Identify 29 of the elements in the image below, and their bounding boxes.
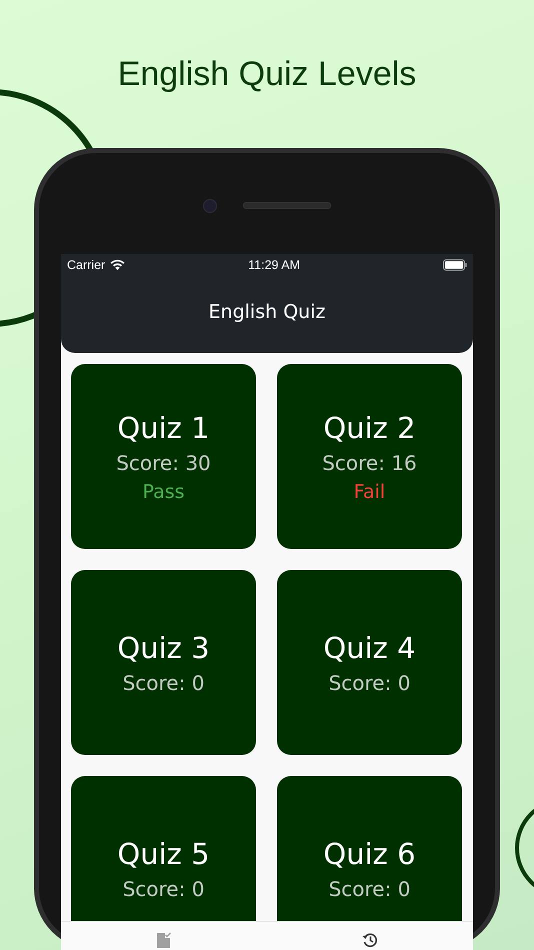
quiz-title: Quiz 4: [323, 630, 416, 664]
quiz-score: Score: 30: [116, 450, 211, 474]
quiz-result: Pass: [142, 480, 185, 502]
quiz-card[interactable]: Quiz 6 Score: 0: [277, 776, 462, 921]
quiz-score: Score: 0: [328, 670, 410, 694]
quiz-score: Score: 16: [322, 450, 417, 474]
document-check-icon[interactable]: [156, 932, 172, 948]
wifi-icon: [110, 259, 126, 271]
quiz-card[interactable]: Quiz 5 Score: 0: [71, 776, 256, 921]
quiz-score: Score: 0: [122, 876, 204, 900]
quiz-score: Score: 0: [122, 670, 204, 694]
quiz-card[interactable]: Quiz 2 Score: 16 Fail: [277, 364, 462, 549]
quiz-card[interactable]: Quiz 4 Score: 0: [277, 570, 462, 755]
app-title: English Quiz: [208, 301, 326, 323]
quiz-card[interactable]: Quiz 1 Score: 30 Pass: [71, 364, 256, 549]
quiz-result: Fail: [354, 480, 386, 502]
status-time: 11:29 AM: [248, 258, 300, 272]
carrier-label: Carrier: [67, 258, 106, 272]
quiz-title: Quiz 3: [117, 630, 210, 664]
page-headline: English Quiz Levels: [116, 54, 418, 95]
quiz-title: Quiz 2: [323, 410, 416, 444]
quiz-title: Quiz 6: [323, 836, 416, 870]
battery-icon: [443, 259, 467, 271]
quiz-score: Score: 0: [328, 876, 410, 900]
quiz-card[interactable]: Quiz 3 Score: 0: [71, 570, 256, 755]
history-icon[interactable]: [362, 932, 378, 948]
camera-icon: [203, 198, 217, 212]
quiz-title: Quiz 5: [117, 836, 210, 870]
quiz-title: Quiz 1: [117, 410, 210, 444]
